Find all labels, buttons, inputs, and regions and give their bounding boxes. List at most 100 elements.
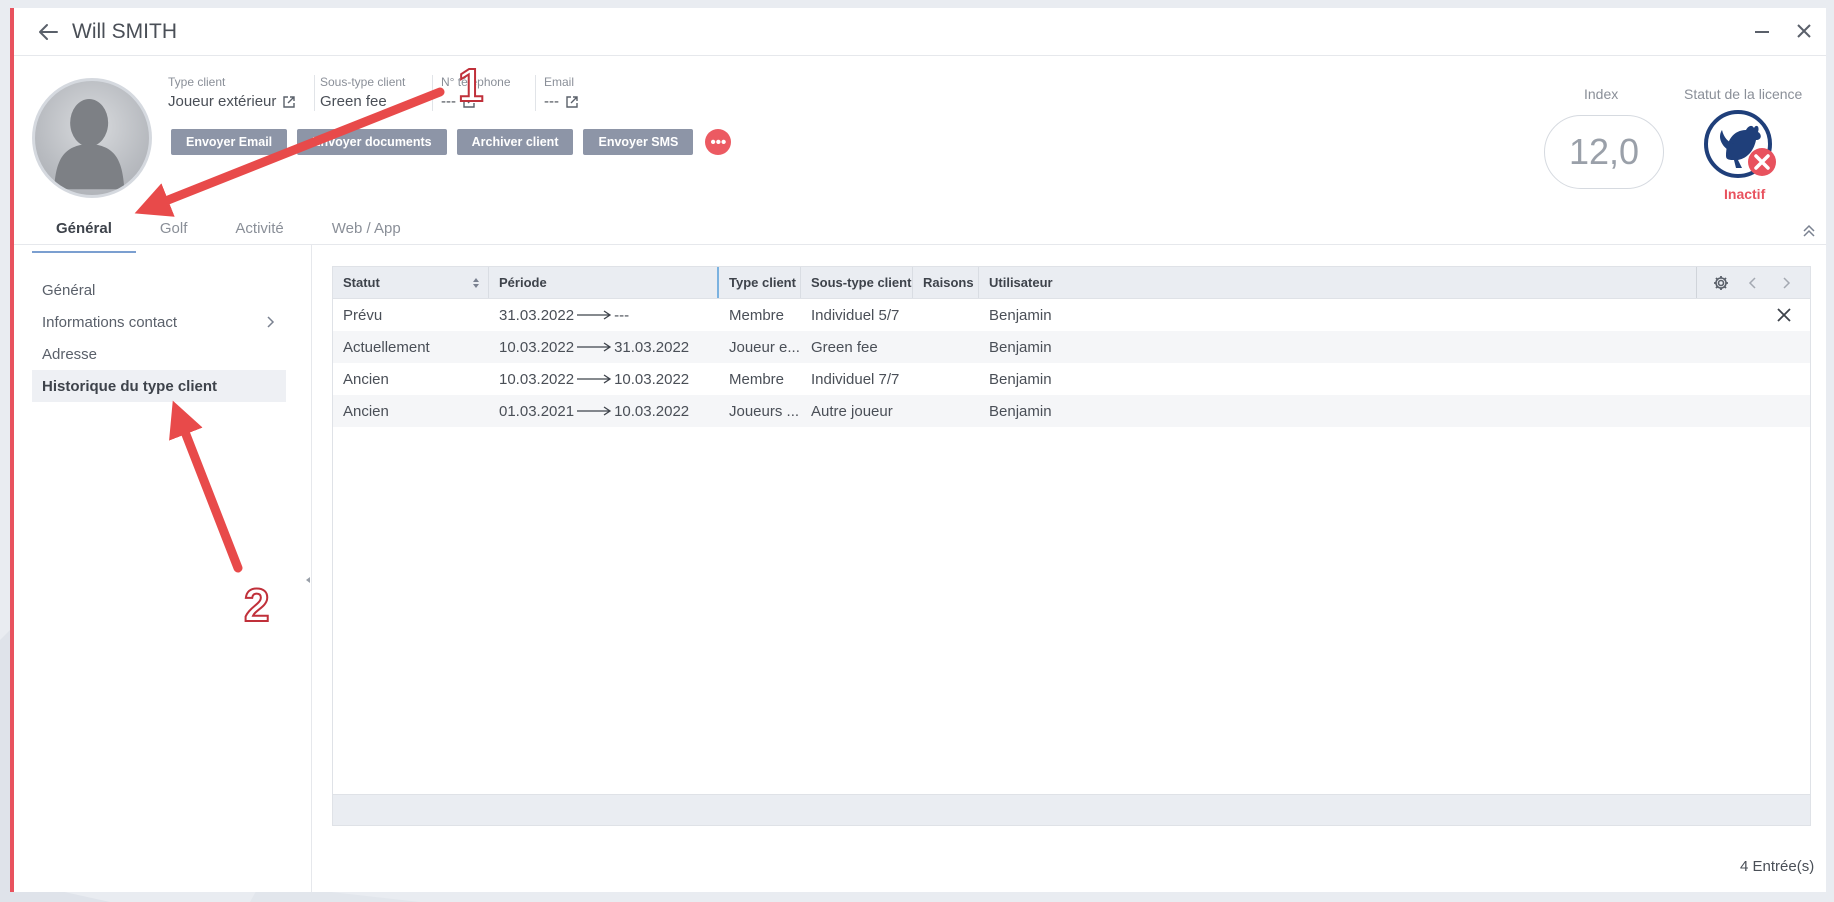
more-actions-button[interactable]: •••: [705, 129, 732, 155]
field-email: Email ---: [544, 75, 579, 110]
archive-client-button[interactable]: Archiver client: [456, 129, 574, 155]
column-header-statut[interactable]: Statut: [333, 267, 489, 298]
licence-status-value: Inactif: [1724, 186, 1766, 202]
title-bar: Will SMITH: [14, 8, 1826, 56]
tab-golf[interactable]: Golf: [136, 206, 212, 253]
cell-type-client: Membre: [729, 306, 785, 324]
chevron-left-icon[interactable]: [1745, 275, 1761, 291]
cell-raisons: [913, 363, 979, 395]
cell-sous-type-client: Individuel 7/7: [811, 370, 900, 388]
tabs-divider: [14, 244, 1826, 245]
period-end: 10.03.2022: [614, 402, 690, 420]
sidebar-divider: [311, 245, 312, 892]
sidebar-item-label: Informations contact: [42, 313, 178, 331]
cell-sous-type-client: Green fee: [811, 338, 878, 356]
table-header: Statut Période Type client Sous-type cli…: [333, 267, 1810, 299]
field-separator: [314, 75, 315, 111]
table-footer: [333, 794, 1810, 825]
column-header-periode[interactable]: Période: [489, 267, 719, 298]
double-chevron-up-icon[interactable]: [1801, 222, 1817, 238]
sort-icon[interactable]: [472, 277, 480, 289]
index-value: 12,0: [1544, 115, 1664, 189]
cell-type-client: Joueurs ...: [729, 402, 800, 420]
field-value: ---: [544, 93, 559, 110]
sidebar-item-informations-contact[interactable]: Informations contact: [32, 306, 286, 338]
column-header-label: Statut: [343, 275, 380, 290]
minimize-icon[interactable]: [1752, 22, 1772, 42]
period-end: 31.03.2022: [614, 338, 690, 356]
tab-bar: Général Golf Activité Web / App: [32, 206, 425, 253]
period-start: 01.03.2021: [499, 402, 575, 420]
delete-row-icon[interactable]: [1776, 307, 1792, 323]
column-header-label: Période: [499, 275, 547, 290]
sidebar-item-general[interactable]: Général: [32, 274, 286, 306]
field-label: Type client: [168, 75, 226, 89]
index-label: Index: [1584, 86, 1619, 102]
external-link-icon[interactable]: [565, 95, 579, 109]
long-arrow-right-icon: [577, 310, 612, 320]
window-title: Will SMITH: [72, 20, 177, 43]
column-header-label: Raisons: [923, 275, 974, 290]
cell-sous-type-client: Individuel 5/7: [811, 306, 900, 324]
long-arrow-right-icon: [577, 374, 612, 384]
cell-statut: Ancien: [343, 402, 389, 420]
field-label: Email: [544, 75, 575, 89]
cell-periode: 10.03.2022 10.03.2022: [489, 363, 719, 395]
tab-web-app[interactable]: Web / App: [308, 206, 425, 253]
send-sms-button[interactable]: Envoyer SMS: [583, 129, 694, 155]
table-row[interactable]: Ancien 10.03.2022 10.03.2022 Membre Indiv…: [333, 363, 1810, 395]
cell-raisons: [913, 299, 979, 331]
column-header-label: Type client: [729, 275, 796, 290]
cell-utilisateur: Benjamin: [989, 306, 1052, 324]
period-start: 10.03.2022: [499, 370, 575, 388]
close-icon[interactable]: [1794, 21, 1814, 41]
cell-raisons: [913, 331, 979, 363]
cell-periode: 31.03.2022 ---: [489, 299, 719, 331]
history-table: Statut Période Type client Sous-type cli…: [332, 266, 1811, 826]
field-value: Green fee: [320, 93, 387, 110]
period-start: 10.03.2022: [499, 338, 575, 356]
field-separator: [432, 75, 433, 111]
column-header-type-client[interactable]: Type client: [719, 267, 801, 298]
period-end: ---: [614, 306, 630, 324]
chevron-right-icon[interactable]: [1778, 275, 1794, 291]
tab-general[interactable]: Général: [32, 206, 136, 253]
chevron-right-icon: [267, 316, 275, 328]
column-header-sous-type-client[interactable]: Sous-type client: [801, 267, 913, 298]
field-type-client: Type client Joueur extérieur: [168, 75, 296, 110]
annotation-number-2: 2: [243, 578, 271, 632]
cell-raisons: [913, 395, 979, 427]
table-row[interactable]: Ancien 01.03.2021 10.03.2022 Joueurs ... …: [333, 395, 1810, 427]
column-header-utilisateur[interactable]: Utilisateur: [979, 267, 1099, 298]
field-value: Joueur extérieur: [168, 93, 277, 110]
avatar[interactable]: [32, 78, 152, 198]
sidebar-item-label: Historique du type client: [42, 377, 218, 395]
cell-type-client: Membre: [729, 370, 785, 388]
send-email-button[interactable]: Envoyer Email: [171, 129, 288, 155]
cell-utilisateur: Benjamin: [989, 402, 1052, 420]
table-tools: [1696, 267, 1810, 298]
cell-statut: Actuellement: [343, 338, 430, 356]
collapse-sidebar-icon[interactable]: [304, 574, 312, 586]
client-window: Will SMITH Type client Joueur extérieur …: [10, 8, 1826, 892]
long-arrow-right-icon: [577, 342, 612, 352]
user-silhouette-icon: [54, 99, 125, 190]
sidebar-item-historique-type-client[interactable]: Historique du type client: [32, 370, 286, 402]
side-navigation: Général Informations contact Adresse His…: [32, 274, 286, 402]
field-separator: [535, 75, 536, 111]
column-header-label: Utilisateur: [989, 275, 1053, 290]
licence-status-label: Statut de la licence: [1684, 86, 1803, 102]
column-header-raisons[interactable]: Raisons: [913, 267, 979, 298]
gear-icon[interactable]: [1713, 275, 1729, 291]
back-arrow-icon[interactable]: [37, 22, 59, 42]
tab-activite[interactable]: Activité: [211, 206, 307, 253]
action-bar: Envoyer Email Envoyer documents Archiver…: [171, 129, 732, 155]
sidebar-item-adresse[interactable]: Adresse: [32, 338, 286, 370]
send-documents-button[interactable]: Envoyer documents: [297, 129, 447, 155]
entry-count: 4 Entrée(s): [1740, 858, 1815, 875]
annotation-number-1: 1: [457, 58, 485, 112]
table-row[interactable]: Prévu 31.03.2022 --- Membre Individuel 5/…: [333, 299, 1810, 331]
external-link-icon[interactable]: [282, 95, 296, 109]
cell-utilisateur: Benjamin: [989, 370, 1052, 388]
table-row[interactable]: Actuellement 10.03.2022 31.03.2022 Joueur…: [333, 331, 1810, 363]
